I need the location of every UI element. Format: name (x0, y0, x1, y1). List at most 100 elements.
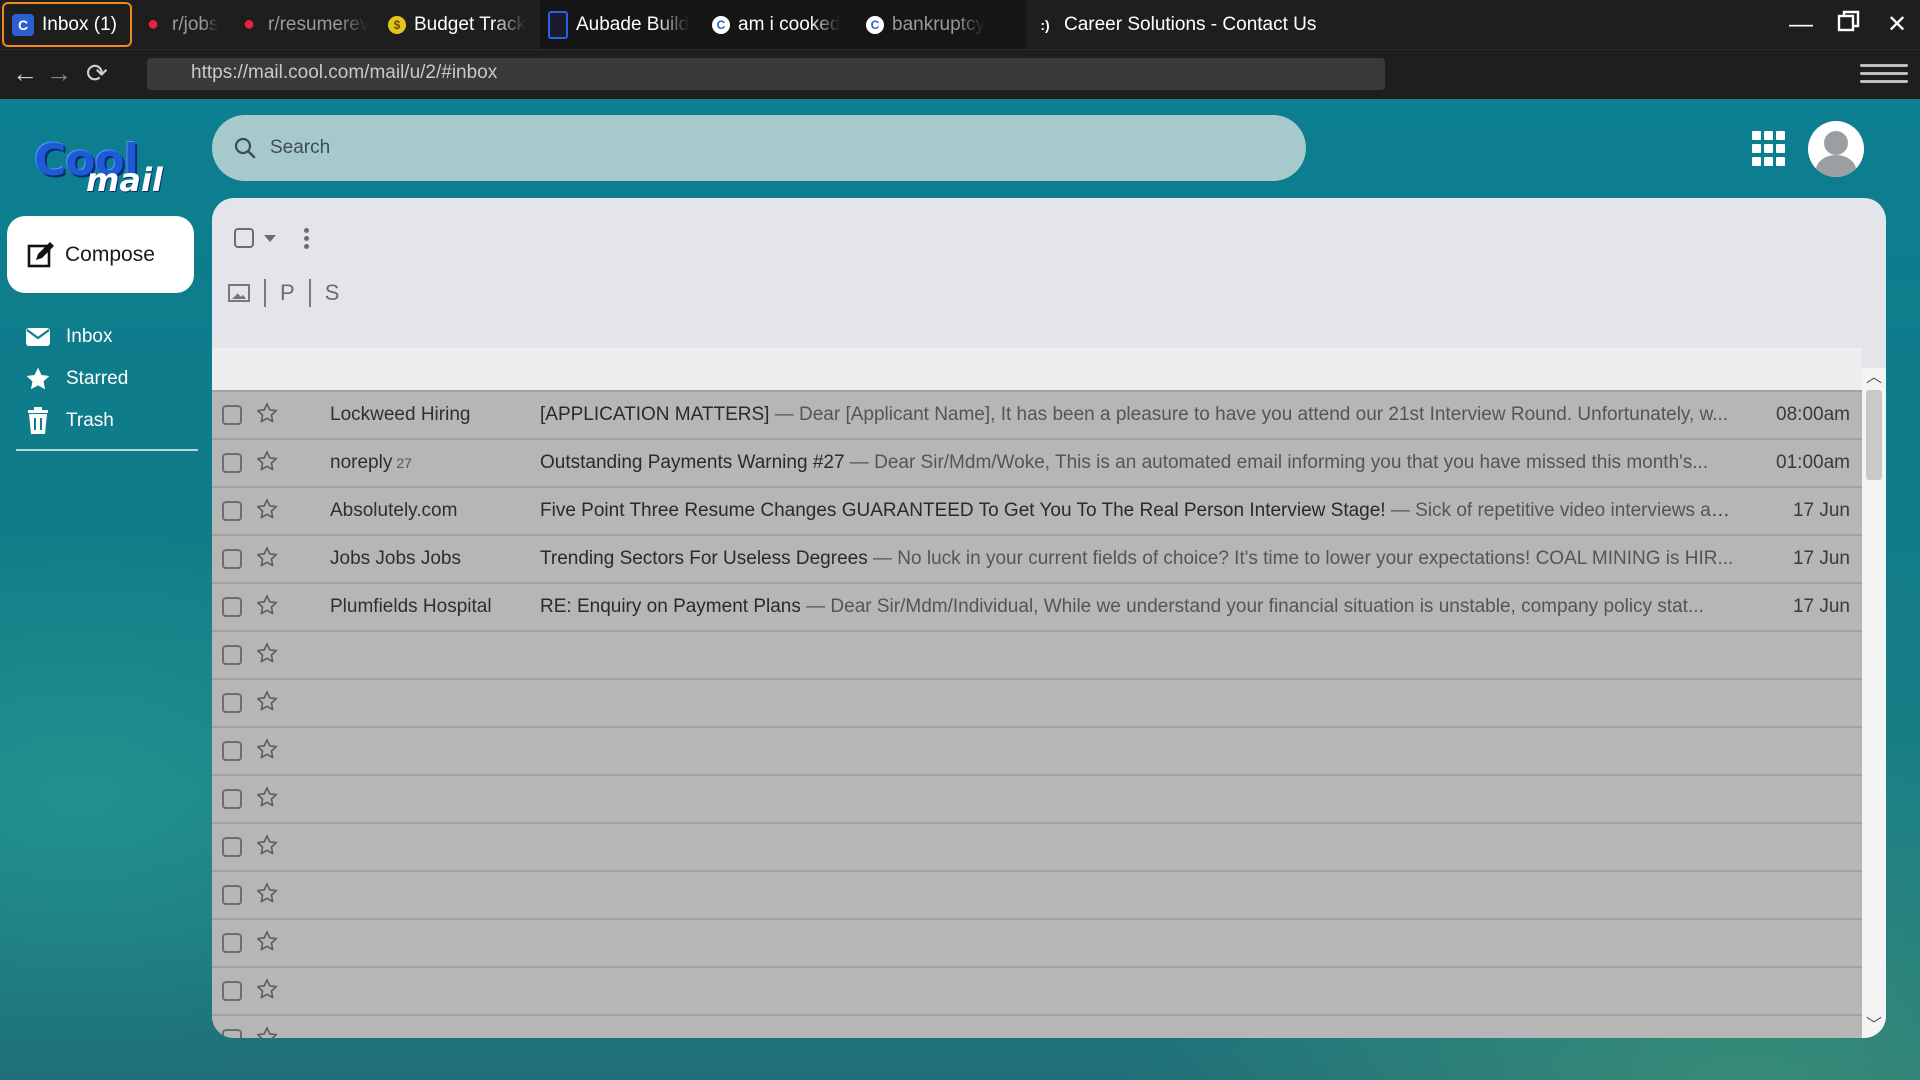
sidebar-item-starred[interactable]: Starred (24, 358, 204, 400)
row-checkbox[interactable] (222, 645, 242, 665)
email-snippet: Sick of repetitive video interviews and.… (1415, 500, 1740, 521)
email-subject: RE: Enquiry on Payment Plans (540, 596, 801, 617)
star-icon[interactable] (256, 498, 278, 526)
tab-social[interactable]: S (325, 280, 340, 306)
star-icon[interactable] (256, 1026, 278, 1038)
tab-budget-track[interactable]: $ Budget Track (380, 0, 540, 49)
table-row[interactable] (212, 918, 1862, 966)
email-sender: Lockweed Hiring (330, 404, 530, 426)
tab-career-solutions[interactable]: :) Career Solutions - Contact Us! (1026, 0, 1326, 49)
table-row[interactable] (212, 726, 1862, 774)
star-icon[interactable] (256, 546, 278, 574)
table-row[interactable]: Lockweed Hiring [APPLICATION MATTERS] — D… (212, 390, 1862, 438)
row-checkbox[interactable] (222, 885, 242, 905)
tab-r-resumerev[interactable]: ● r/resumerev (230, 0, 380, 49)
row-checkbox[interactable] (222, 549, 242, 569)
close-window-icon[interactable]: ✕ (1884, 10, 1910, 39)
email-list: Lockweed Hiring [APPLICATION MATTERS] — D… (212, 390, 1862, 1038)
table-row[interactable] (212, 966, 1862, 1014)
forward-icon[interactable]: → (46, 58, 72, 89)
tab-label: Career Solutions - Contact Us! (1064, 13, 1318, 35)
tab-primary[interactable]: P (280, 280, 295, 306)
restore-icon[interactable] (1836, 9, 1862, 40)
star-icon[interactable] (256, 642, 278, 670)
star-icon[interactable] (256, 882, 278, 910)
row-checkbox[interactable] (222, 1029, 242, 1038)
email-subject: Five Point Three Resume Changes GUARANTE… (540, 500, 1386, 521)
browser-menu-icon[interactable] (1860, 59, 1908, 91)
email-sender: Absolutely.com (330, 500, 530, 522)
row-checkbox[interactable] (222, 405, 242, 425)
email-subject: [APPLICATION MATTERS] (540, 404, 770, 425)
sidebar-item-trash[interactable]: Trash (24, 400, 204, 442)
scrollbar-thumb[interactable] (1866, 390, 1882, 480)
back-icon[interactable]: ← (12, 58, 38, 89)
email-subject: Outstanding Payments Warning #27 (540, 452, 845, 473)
row-checkbox[interactable] (222, 981, 242, 1001)
tab-r-jobs[interactable]: ● r/jobs (134, 0, 230, 49)
row-checkbox[interactable] (222, 597, 242, 617)
scroll-down-icon[interactable]: ﹀ (1866, 1018, 1882, 1034)
subject-separator: — (800, 596, 831, 617)
tab-inbox[interactable]: C Inbox (1) (2, 2, 132, 47)
sidebar-divider (16, 449, 198, 451)
mail-list-panel: P S Lockweed Hiring [APPLICATION MATTERS]… (212, 198, 1886, 1038)
table-row[interactable] (212, 774, 1862, 822)
sidebar-item-inbox[interactable]: Inbox (24, 316, 204, 358)
table-row[interactable] (212, 870, 1862, 918)
tab-label: bankruptcy (892, 13, 985, 35)
search-bar[interactable]: Search (212, 115, 1306, 181)
url-field[interactable]: https://mail.cool.com/mail/u/2/#inbox (147, 58, 1385, 90)
more-options-icon[interactable] (304, 225, 310, 252)
email-snippet: No luck in your current fields of choice… (897, 548, 1734, 569)
star-icon[interactable] (256, 402, 278, 430)
star-icon[interactable] (256, 834, 278, 862)
table-row[interactable] (212, 822, 1862, 870)
sidebar-item-label: Trash (66, 410, 114, 431)
select-all-checkbox[interactable] (234, 228, 254, 248)
row-checkbox[interactable] (222, 789, 242, 809)
table-row[interactable] (212, 1014, 1862, 1038)
email-preview: Outstanding Payments Warning #27 — Dear … (540, 452, 1740, 474)
tab-am-i-cooked[interactable]: C am i cooked (704, 0, 858, 49)
search-input[interactable]: Search (270, 137, 330, 159)
tab-bankruptcy[interactable]: C bankruptcy (858, 0, 1026, 49)
sender-name: noreply (330, 452, 393, 473)
scrollbar[interactable]: ︿ ﹀ (1862, 368, 1886, 1038)
apps-grid-icon[interactable] (1752, 131, 1788, 167)
compose-button[interactable]: Compose (7, 216, 194, 293)
table-row[interactable] (212, 678, 1862, 726)
reddit-favicon-icon: ● (146, 13, 160, 35)
row-checkbox[interactable] (222, 501, 242, 521)
tab-aubade-build[interactable]: Aubade Build (540, 0, 704, 49)
row-checkbox[interactable] (222, 741, 242, 761)
select-dropdown-icon[interactable] (264, 234, 276, 242)
row-checkbox[interactable] (222, 837, 242, 857)
star-icon[interactable] (256, 978, 278, 1006)
row-checkbox[interactable] (222, 453, 242, 473)
trash-icon (24, 407, 52, 435)
minimize-icon[interactable]: — (1788, 11, 1814, 39)
table-row[interactable]: Jobs Jobs Jobs Trending Sectors For Usele… (212, 534, 1862, 582)
star-icon[interactable] (256, 690, 278, 718)
table-row[interactable]: Absolutely.com Five Point Three Resume Ch… (212, 486, 1862, 534)
star-icon[interactable] (256, 738, 278, 766)
email-snippet: Dear [Applicant Name], It has been a ple… (799, 404, 1729, 425)
coolmail-logo[interactable]: Cool mail (34, 135, 164, 199)
star-icon[interactable] (256, 786, 278, 814)
scroll-up-icon[interactable]: ︿ (1866, 370, 1882, 386)
avatar[interactable] (1808, 121, 1864, 177)
star-icon[interactable] (256, 594, 278, 622)
table-row[interactable]: Plumfields Hospital RE: Enquiry on Paymen… (212, 582, 1862, 630)
row-checkbox[interactable] (222, 933, 242, 953)
tab-images[interactable] (228, 284, 250, 302)
star-icon[interactable] (256, 450, 278, 478)
reload-icon[interactable]: ⟳ (86, 58, 108, 89)
table-row[interactable]: noreply 27 Outstanding Payments Warning #2… (212, 438, 1862, 486)
email-subject: Trending Sectors For Useless Degrees (540, 548, 868, 569)
email-time: 08:00am (1776, 404, 1850, 425)
star-icon[interactable] (256, 930, 278, 958)
table-row[interactable] (212, 630, 1862, 678)
u-favicon-icon (548, 10, 568, 39)
row-checkbox[interactable] (222, 693, 242, 713)
